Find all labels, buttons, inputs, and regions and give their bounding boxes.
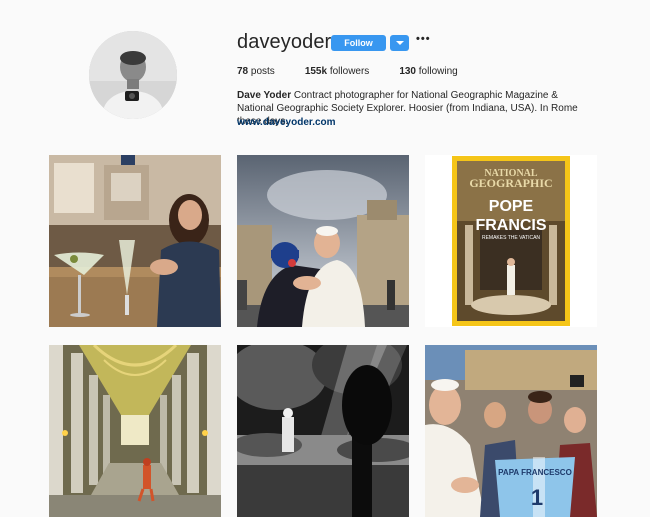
following-stat[interactable]: 130 following <box>399 66 457 77</box>
profile-avatar[interactable] <box>89 31 177 119</box>
post-tile[interactable] <box>237 155 409 327</box>
posts-stat: 78 posts <box>237 66 275 77</box>
profile-full-name: Dave Yoder <box>237 90 292 101</box>
cover-headline-line2: FRANCIS <box>475 217 546 234</box>
following-count: 130 <box>399 66 416 77</box>
post-image-colonnade <box>49 345 221 517</box>
cover-headline-line1: POPE <box>489 198 534 215</box>
jersey-text: PAPA FRANCESCO <box>498 468 572 477</box>
following-label: following <box>418 66 458 77</box>
profile-stats: 78 posts 155k followers 130 following <box>237 66 488 77</box>
chevron-down-icon <box>395 41 404 45</box>
post-tile[interactable] <box>49 345 221 517</box>
post-tile[interactable] <box>237 345 409 517</box>
ellipsis-icon: ••• <box>416 33 431 45</box>
posts-count: 78 <box>237 66 249 77</box>
post-image-cafe <box>49 155 221 327</box>
profile-username: daveyoder <box>237 31 332 53</box>
post-image-garden <box>237 345 409 517</box>
post-tile[interactable] <box>49 155 221 327</box>
post-tile[interactable]: NATIONAL GEOGRAPHIC POPE FRANCIS REMAKES… <box>425 155 597 327</box>
website-link[interactable]: www.daveyoder.com <box>237 117 336 128</box>
post-image-pope-crowd: PAPA FRANCESCO 1 <box>425 345 597 517</box>
followers-count: 155k <box>304 66 328 77</box>
suggestions-dropdown-button[interactable] <box>390 35 409 51</box>
follow-button[interactable]: Follow <box>331 35 386 51</box>
followers-label: followers <box>329 66 370 77</box>
cover-masthead-line2: GEOGRAPHIC <box>469 176 552 190</box>
more-options-button[interactable]: ••• <box>416 33 431 45</box>
post-image-natgeo-cover: NATIONAL GEOGRAPHIC POPE FRANCIS REMAKES… <box>425 155 597 327</box>
profile-photo-image <box>89 31 177 119</box>
cover-subhead: REMAKES THE VATICAN <box>482 235 540 241</box>
post-image-pope-embrace <box>237 155 409 327</box>
posts-label: posts <box>250 66 275 77</box>
post-tile[interactable]: PAPA FRANCESCO 1 <box>425 345 597 517</box>
svg-text:1: 1 <box>531 485 543 510</box>
followers-stat[interactable]: 155k followers <box>305 66 370 77</box>
